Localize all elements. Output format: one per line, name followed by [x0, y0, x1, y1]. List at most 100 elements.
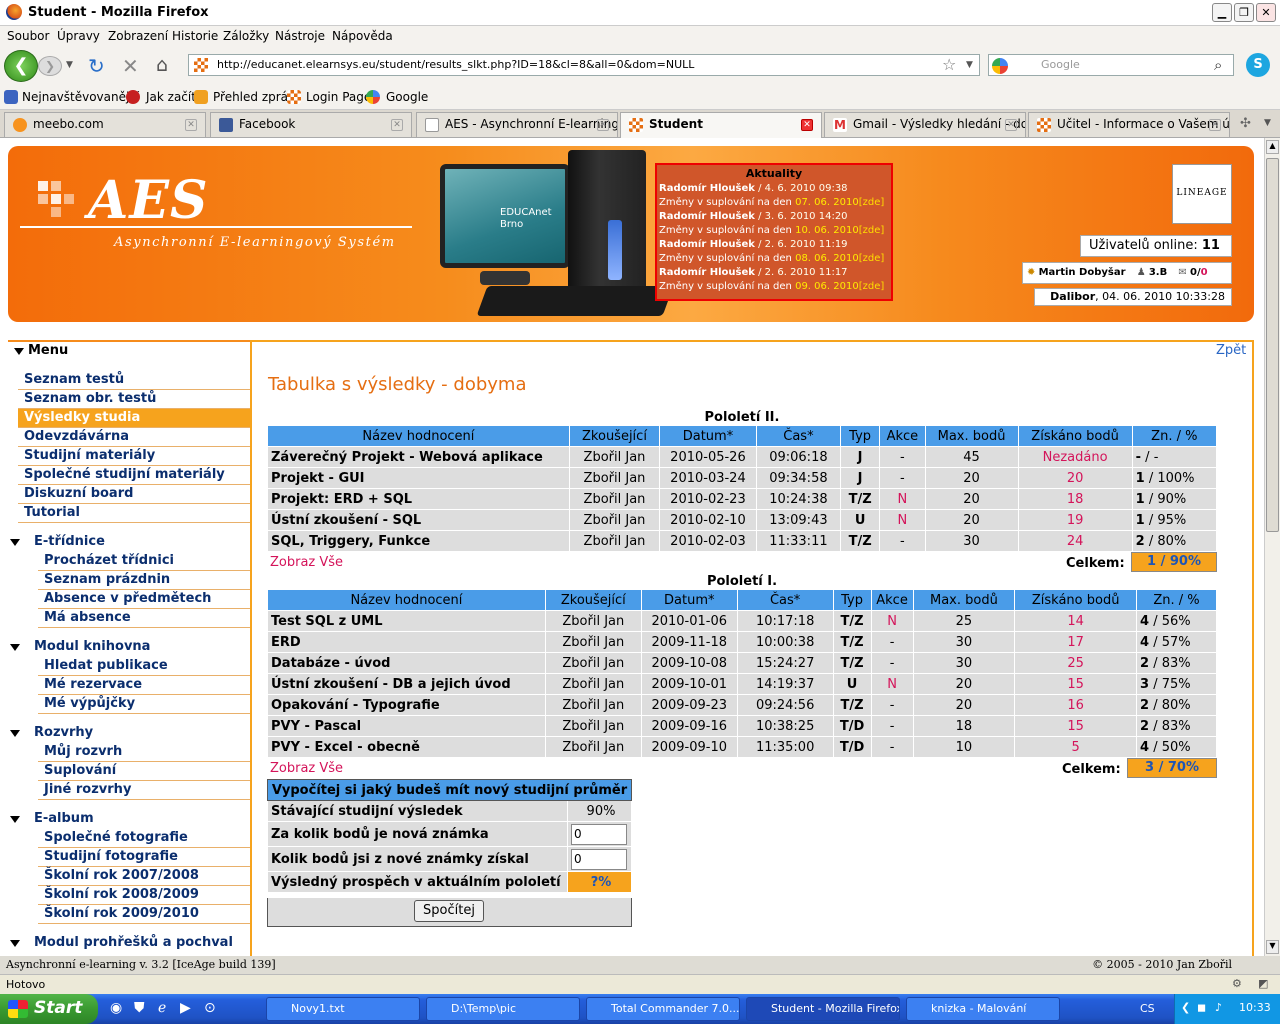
sidebar-subitem[interactable]: Školní rok 2009/2010: [38, 905, 250, 924]
collapse-triangle-icon[interactable]: [10, 816, 20, 823]
sidebar-group-library[interactable]: Modul knihovna: [34, 638, 150, 657]
sidebar-item-materials[interactable]: Studijní materiály: [18, 447, 250, 466]
search-input[interactable]: Google: [988, 54, 1234, 76]
menu-nastroje[interactable]: Nástroje: [275, 29, 325, 43]
tray-app-icon[interactable]: ◼: [1197, 994, 1206, 1022]
column-header[interactable]: Název hodnocení: [267, 425, 570, 447]
maximize-button[interactable]: ❐: [1234, 3, 1254, 22]
sidebar-menu-header[interactable]: Menu: [8, 340, 250, 360]
back-button[interactable]: ❮: [4, 50, 38, 82]
column-header[interactable]: Zkoušející: [568, 425, 661, 447]
collapse-triangle-icon[interactable]: [10, 730, 20, 737]
page-scrollbar[interactable]: ▲ ▼: [1264, 138, 1280, 956]
quicklaunch-shield-icon[interactable]: ⛊: [134, 1000, 145, 1016]
sidebar-subitem[interactable]: Seznam prázdnin: [38, 571, 250, 590]
sidebar-subitem[interactable]: Studijní fotografie: [38, 848, 250, 867]
task-novy1[interactable]: Novy1.txt: [266, 997, 420, 1021]
sidebar-item-pic-tests[interactable]: Seznam obr. testů: [18, 390, 250, 409]
forward-button[interactable]: ❯: [38, 56, 62, 76]
sidebar-subitem[interactable]: Můj rozvrh: [38, 743, 250, 762]
cell-assessment-name[interactable]: Databáze - úvod: [267, 652, 546, 674]
sidebar-subitem[interactable]: Suplování: [38, 762, 250, 781]
column-header[interactable]: Název hodnocení: [267, 589, 546, 611]
column-header[interactable]: Datum*: [640, 589, 738, 611]
sidebar-item-submissions[interactable]: Odevzdávárna: [18, 428, 250, 447]
sidebar-subitem[interactable]: Absence v předmětech: [38, 590, 250, 609]
url-bar[interactable]: http://educanet.elearnsys.eu/student/res…: [188, 54, 980, 76]
tray-clock[interactable]: 10:33: [1239, 994, 1271, 1022]
quicklaunch-ie-icon[interactable]: ℯ: [158, 1000, 166, 1016]
close-tab-icon[interactable]: ✕: [1209, 119, 1221, 131]
show-all-link-semester-1[interactable]: Zobraz Vše: [270, 761, 343, 776]
sidebar-item-tests[interactable]: Seznam testů: [18, 371, 250, 390]
column-header[interactable]: Zkoušející: [544, 589, 642, 611]
bookmark-google[interactable]: Google: [386, 90, 428, 104]
stop-icon[interactable]: ✕: [122, 54, 139, 78]
tab-aes[interactable]: AES - Asynchronní E-learning... ✕: [416, 112, 618, 137]
task-firefox[interactable]: Student - Mozilla Firefox: [746, 997, 900, 1021]
tab-meebo[interactable]: meebo.com ✕: [4, 112, 206, 137]
search-magnifier-icon[interactable]: ⌕: [1214, 56, 1222, 74]
menu-historie[interactable]: Historie: [172, 29, 218, 43]
menu-zobrazeni[interactable]: Zobrazení: [108, 29, 168, 43]
scroll-up-icon[interactable]: ▲: [1266, 140, 1279, 154]
news-link[interactable]: [zde]: [859, 225, 885, 236]
news-link[interactable]: [zde]: [859, 197, 885, 208]
sidebar-group-album[interactable]: E-album: [34, 810, 94, 829]
sidebar-group-offenses[interactable]: Modul prohřešků a pochval: [34, 934, 233, 953]
url-dropdown-icon[interactable]: ▼: [966, 60, 973, 70]
history-dropdown-icon[interactable]: ▼: [66, 60, 73, 70]
sidebar-subitem[interactable]: Mé rezervace: [38, 676, 250, 695]
menu-upravy[interactable]: Úpravy: [57, 29, 100, 43]
back-link[interactable]: Zpět: [1216, 343, 1246, 358]
sidebar-subitem[interactable]: Mé výpůjčky: [38, 695, 250, 714]
task-paint[interactable]: knizka - Malování: [906, 997, 1060, 1021]
reload-icon[interactable]: ↻: [88, 54, 105, 78]
task-temp-folder[interactable]: D:\Temp\pic: [426, 997, 580, 1021]
sidebar-subitem[interactable]: Jiné rozvrhy: [38, 781, 250, 800]
scroll-down-icon[interactable]: ▼: [1266, 940, 1279, 954]
skype-icon[interactable]: S: [1246, 53, 1270, 77]
sidebar-item-discussion[interactable]: Diskuzní board: [18, 485, 250, 504]
cell-assessment-name[interactable]: Záverečný Projekt - Webová aplikace: [267, 446, 570, 468]
sidebar-group-e-tridnice[interactable]: E-třídnice: [34, 533, 105, 552]
sidebar-item-tutorial[interactable]: Tutorial: [18, 504, 250, 523]
column-header[interactable]: Čas*: [736, 589, 834, 611]
user-name[interactable]: Martin Dobyšar: [1039, 267, 1126, 278]
news-link[interactable]: [zde]: [859, 281, 885, 292]
close-tab-icon[interactable]: ✕: [597, 119, 609, 131]
messages-count[interactable]: 0/: [1190, 267, 1201, 278]
bookmark-getting-started[interactable]: Jak začít: [146, 90, 196, 104]
close-tab-icon[interactable]: ✕: [391, 119, 403, 131]
google-icon[interactable]: [992, 58, 1008, 74]
sidebar-subitem[interactable]: Procházet třídnici: [38, 552, 250, 571]
addon-icon[interactable]: ◩: [1258, 975, 1268, 993]
cell-assessment-name[interactable]: Ústní zkoušení - SQL: [267, 509, 570, 531]
bookmark-most-visited[interactable]: Nejnavštěvovanější: [22, 90, 139, 104]
cell-assessment-name[interactable]: Ústní zkoušení - DB a jejich úvod: [267, 673, 546, 695]
tab-gmail[interactable]: MGmail - Výsledky hledání - dob...✕: [824, 112, 1026, 137]
new-grade-points-input[interactable]: [571, 823, 628, 845]
tray-speaker-icon[interactable]: ♪: [1215, 994, 1222, 1022]
cell-assessment-name[interactable]: Test SQL z UML: [267, 610, 546, 632]
home-icon[interactable]: ⌂: [156, 54, 168, 76]
minimize-button[interactable]: ▁: [1212, 3, 1232, 22]
column-header[interactable]: Datum*: [659, 425, 757, 447]
cell-assessment-name[interactable]: PVY - Excel - obecně: [267, 736, 546, 758]
menu-zalozky[interactable]: Záložky: [223, 29, 269, 43]
messages-new-count[interactable]: 0: [1201, 267, 1208, 278]
tray-arrow-icon[interactable]: ❮: [1181, 994, 1190, 1022]
sidebar-group-schedules[interactable]: Rozvrhy: [34, 724, 93, 743]
cell-assessment-name[interactable]: Projekt: ERD + SQL: [267, 488, 570, 510]
scroll-thumb[interactable]: [1266, 158, 1279, 532]
sidebar-subitem[interactable]: Společné fotografie: [38, 829, 250, 848]
bookmark-star-icon[interactable]: ☆: [942, 55, 956, 74]
show-all-link-semester-2[interactable]: Zobraz Vše: [270, 555, 343, 570]
bookmark-news[interactable]: Přehled zpráv: [213, 90, 295, 104]
sidebar-item-results[interactable]: Výsledky studia: [18, 409, 250, 428]
quicklaunch-media-icon[interactable]: ▶: [180, 1000, 191, 1016]
collapse-triangle-icon[interactable]: [10, 644, 20, 651]
menu-napoveda[interactable]: Nápověda: [332, 29, 393, 43]
tab-facebook[interactable]: Facebook ✕: [210, 112, 412, 137]
cell-assessment-name[interactable]: ERD: [267, 631, 546, 653]
